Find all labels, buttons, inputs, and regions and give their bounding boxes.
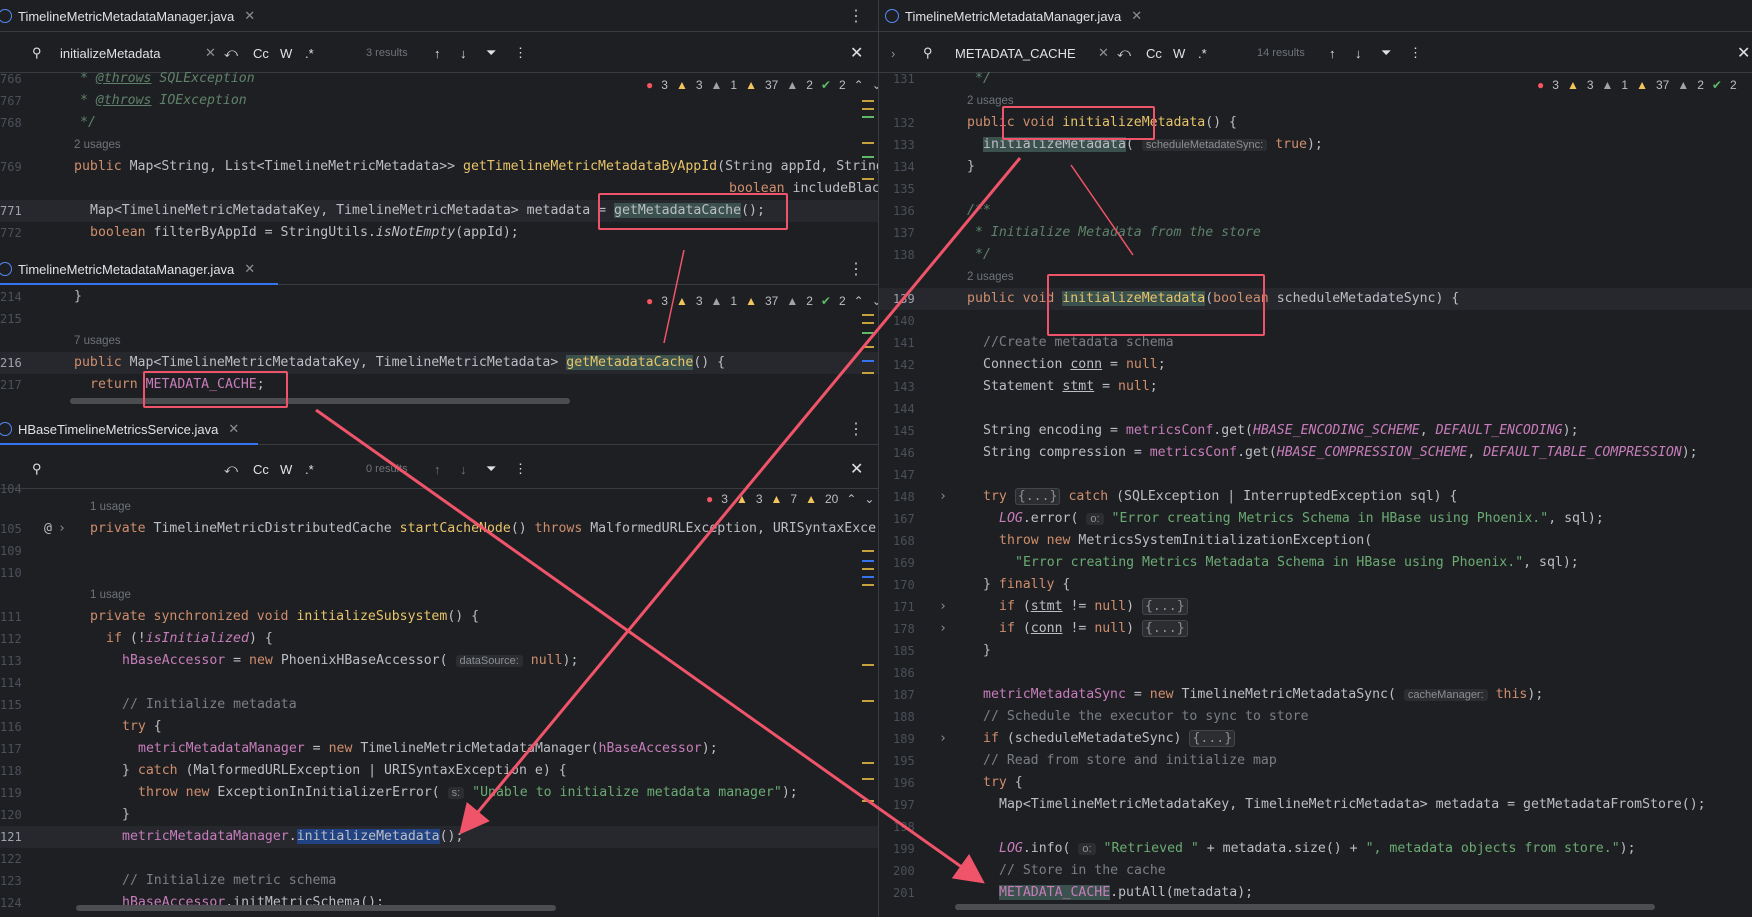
left-mid-tabbar: TimelineMetricMetadataManager.java ✕ ⋮: [0, 253, 878, 285]
kebab-icon[interactable]: ⋮: [848, 6, 864, 26]
scroll-markers[interactable]: [862, 314, 874, 404]
annotation-box-initializemetadata-overload: [1047, 274, 1265, 336]
down-arrow-icon[interactable]: ↓: [1355, 33, 1362, 73]
left-top-findbar: ⚲ initializeMetadata ✕ ⤺ Cc W .* 3 resul…: [0, 33, 878, 73]
down-arrow-icon[interactable]: ↓: [460, 33, 467, 73]
java-class-icon: [0, 9, 12, 23]
search-icon[interactable]: ⚲: [32, 33, 42, 73]
tab-label: TimelineMetricMetadataManager.java: [18, 261, 235, 277]
clear-icon[interactable]: ✕: [1098, 33, 1109, 73]
right-editor[interactable]: ● 3 ▲ 3 ▲ 1 ▲ 37 ▲ 2 ✔ 2 131 */ 2 usages 132 pub…: [879, 71, 1752, 917]
tab-left-top[interactable]: TimelineMetricMetadataManager.java ✕: [0, 0, 263, 32]
newline-icon[interactable]: ⤺: [1117, 33, 1131, 73]
tab-label: HBaseTimelineMetricsService.java: [18, 421, 219, 437]
horizontal-scrollbar[interactable]: [955, 904, 1655, 910]
left-bottom-editor[interactable]: ● 3 ▲ 3 ▲ 7 ▲ 20 ⌃ ⌄ 104 1 usage 105 @ › privat…: [0, 482, 878, 917]
kebab-icon[interactable]: ⋮: [514, 33, 527, 73]
left-mid-editor[interactable]: ● 3 ▲ 3 ▲ 1 ▲ 37 ▲ 2 ✔ 2 ⌃ ⌄ 214} 215 7 usages…: [0, 286, 878, 406]
right-findbar: › ⚲ METADATA_CACHE ✕ ⤺ Cc W .* 14 result…: [879, 33, 1752, 73]
clear-icon[interactable]: ✕: [205, 33, 216, 73]
match-case-icon[interactable]: Cc: [1146, 33, 1162, 73]
annotation-box-metadata-cache-return: [143, 371, 288, 408]
scroll-markers[interactable]: [862, 96, 874, 236]
tab-label: TimelineMetricMetadataManager.java: [18, 8, 235, 24]
close-icon[interactable]: ✕: [1737, 33, 1750, 73]
horizontal-scrollbar[interactable]: [76, 905, 556, 911]
match-case-icon[interactable]: Cc: [253, 33, 269, 73]
right-tabbar: TimelineMetricMetadataManager.java ✕: [879, 0, 1752, 32]
filter-icon[interactable]: ⏷: [1381, 33, 1391, 73]
results-count: 3 results: [366, 47, 408, 59]
java-class-icon: [885, 9, 899, 23]
kebab-icon[interactable]: ⋮: [848, 259, 864, 279]
close-icon[interactable]: ✕: [1131, 8, 1142, 24]
tab-right[interactable]: TimelineMetricMetadataManager.java ✕: [885, 0, 1150, 32]
annotation-box-getmetadatacache-call: [598, 193, 788, 230]
search-icon[interactable]: ⚲: [923, 33, 933, 73]
newline-icon[interactable]: ⤺: [224, 33, 238, 73]
left-column: TimelineMetricMetadataManager.java ✕ ⋮ ⚲…: [0, 0, 878, 917]
left-bottom-tabbar: HBaseTimelineMetricsService.java ✕ ⋮: [0, 413, 878, 445]
close-icon[interactable]: ✕: [244, 261, 255, 277]
up-arrow-icon[interactable]: ↑: [434, 33, 441, 73]
words-icon[interactable]: W: [1173, 33, 1185, 73]
close-icon[interactable]: ✕: [244, 8, 255, 24]
filter-icon[interactable]: ⏷: [486, 33, 496, 73]
search-input[interactable]: initializeMetadata: [60, 33, 160, 73]
java-class-icon: [0, 422, 12, 436]
left-top-tabbar: TimelineMetricMetadataManager.java ✕ ⋮: [0, 0, 878, 32]
up-arrow-icon[interactable]: ↑: [1329, 33, 1336, 73]
expand-icon[interactable]: ›: [891, 33, 895, 73]
scroll-markers[interactable]: [862, 550, 874, 890]
close-icon[interactable]: ✕: [228, 421, 239, 437]
regex-icon[interactable]: .*: [305, 33, 314, 73]
java-class-icon: [0, 262, 12, 276]
tab-label: TimelineMetricMetadataManager.java: [905, 8, 1122, 24]
kebab-icon[interactable]: ⋮: [1409, 33, 1422, 73]
close-icon[interactable]: ✕: [850, 33, 863, 73]
regex-icon[interactable]: .*: [1198, 33, 1207, 73]
annotation-box-initializemetadata-def: [1002, 106, 1155, 140]
kebab-icon[interactable]: ⋮: [848, 419, 864, 439]
words-icon[interactable]: W: [280, 33, 292, 73]
tab-left-bottom[interactable]: HBaseTimelineMetricsService.java ✕: [0, 413, 247, 445]
tab-left-mid[interactable]: TimelineMetricMetadataManager.java ✕: [0, 253, 263, 285]
results-count: 14 results: [1257, 47, 1305, 59]
search-input[interactable]: METADATA_CACHE: [955, 33, 1076, 73]
